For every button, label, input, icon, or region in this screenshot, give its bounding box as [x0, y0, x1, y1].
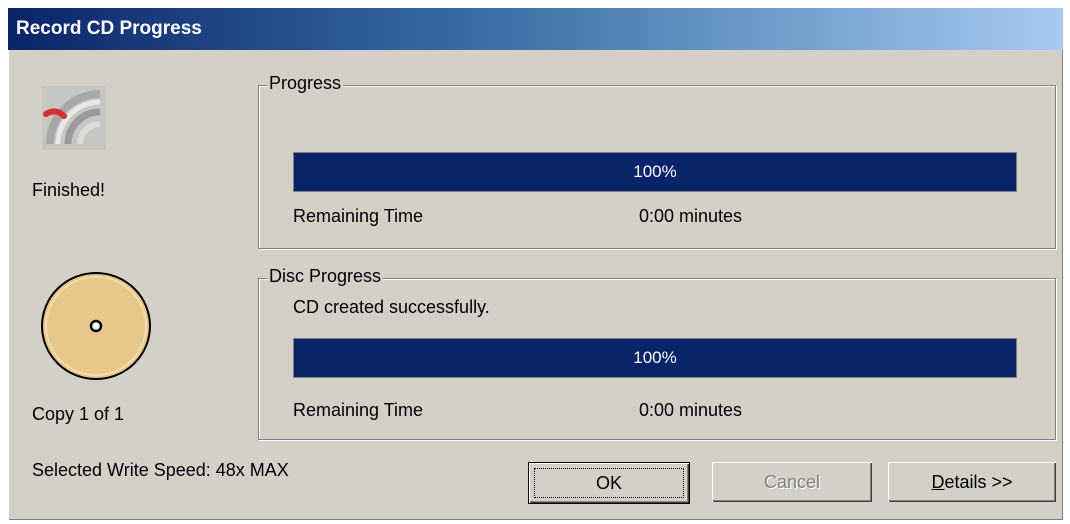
disc-icon: [36, 266, 156, 386]
disc-remaining-label: Remaining Time: [293, 400, 424, 420]
details-button[interactable]: Details >>: [888, 462, 1056, 502]
title-bar[interactable]: Record CD Progress: [8, 8, 1063, 50]
details-button-text: etails >>: [944, 471, 1013, 492]
disc-progress-bar: 100%: [293, 338, 1017, 378]
ok-focus-rect: [534, 468, 684, 498]
record-cd-progress-dialog: Record CD Progress Finished! Copy 1 of 1…: [8, 8, 1063, 520]
copy-count-label: Copy 1 of 1: [32, 404, 125, 424]
disc-progress-group-legend: Disc Progress: [267, 266, 384, 287]
write-speed-label: Selected Write Speed: 48x MAX: [32, 460, 289, 480]
cancel-button-label: Cancel: [763, 471, 821, 492]
disc-status-message: CD created successfully.: [293, 297, 490, 317]
cancel-button[interactable]: Cancel: [712, 462, 872, 502]
progress-remaining-label: Remaining Time: [293, 206, 424, 226]
disc-progress-group: Disc Progress CD created successfully. 1…: [258, 266, 1056, 440]
progress-remaining-value: 0:00 minutes: [639, 206, 743, 226]
ok-button[interactable]: OK: [528, 462, 690, 504]
details-accelerator: D: [931, 471, 945, 492]
details-button-label: Details >>: [931, 472, 1012, 493]
window-title: Record CD Progress: [16, 18, 202, 39]
progress-bar: 100%: [293, 152, 1017, 192]
disc-progress-percent: 100%: [633, 348, 677, 367]
cd-burn-icon: [40, 84, 108, 152]
status-label: Finished!: [32, 180, 106, 200]
progress-group-legend: Progress: [267, 73, 344, 94]
disc-remaining-value: 0:00 minutes: [639, 400, 743, 420]
progress-group: Progress 100% Remaining Time 0:00 minute…: [258, 73, 1056, 249]
progress-percent: 100%: [633, 162, 677, 181]
